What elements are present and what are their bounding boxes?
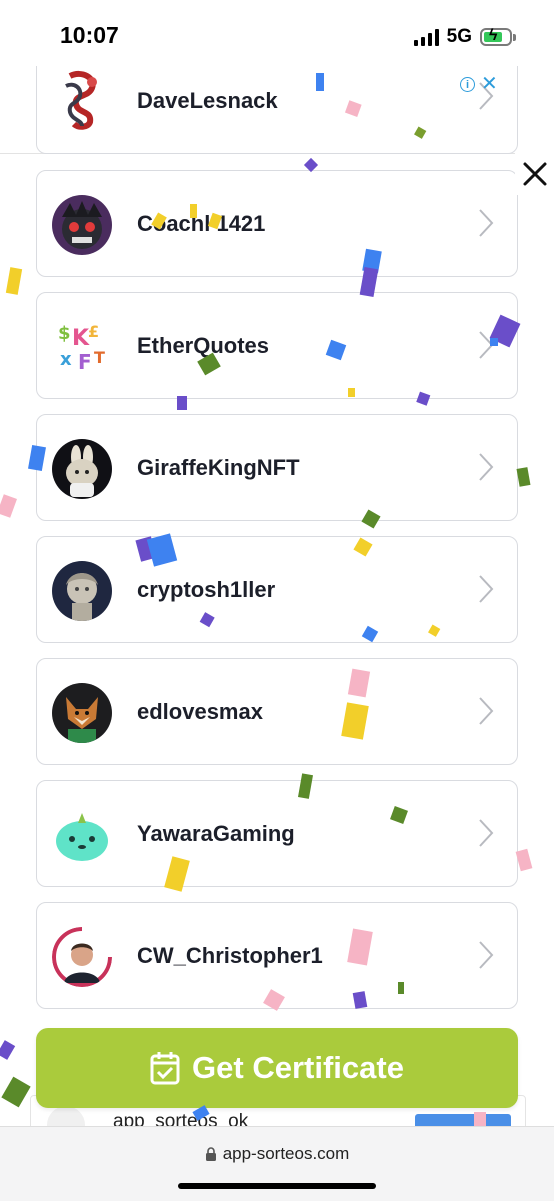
user-name: CW_Christopher1 [137, 943, 323, 968]
home-indicator[interactable] [178, 1183, 376, 1189]
close-icon[interactable] [522, 161, 548, 187]
signal-icon [413, 28, 439, 46]
avatar [52, 439, 112, 499]
status-bar: 10:07 5G ϟ [0, 0, 554, 66]
info-icon[interactable]: i [460, 77, 475, 92]
user-name: cryptosh1ller [137, 577, 276, 602]
chevron-right-icon [479, 941, 494, 969]
avatar [52, 805, 112, 865]
chevron-right-icon [479, 331, 494, 359]
ad-close-icon[interactable]: ✕ [481, 74, 498, 94]
chevron-right-icon [479, 697, 494, 725]
cta-label: Get Certificate [192, 1050, 404, 1085]
chevron-right-icon [479, 575, 494, 603]
lock-icon [205, 1147, 216, 1161]
avatar [52, 683, 112, 743]
get-certificate-button[interactable]: Get Certificate [36, 1028, 518, 1108]
user-name: Coachl 1421 [137, 211, 266, 236]
chevron-right-icon [479, 209, 494, 237]
user-card[interactable]: edlovesmax [36, 658, 518, 765]
ad-choices[interactable]: i ✕ [460, 74, 498, 94]
chevron-right-icon [479, 453, 494, 481]
status-indicators: 5G ϟ [413, 24, 516, 50]
svg-text:x: x [60, 349, 72, 370]
avatar [52, 70, 112, 130]
user-card[interactable]: YawaraGaming [36, 780, 518, 887]
svg-text:T: T [94, 348, 105, 367]
user-name: YawaraGaming [137, 821, 295, 846]
user-card[interactable]: GiraffeKingNFT [36, 414, 518, 521]
browser-bar: app-sorteos.com [0, 1126, 554, 1201]
calendar-check-icon [150, 1052, 180, 1085]
user-card[interactable]: $ K £ x F T EtherQuotes [36, 292, 518, 399]
avatar: $ K £ x F T [52, 317, 112, 377]
url-text: app-sorteos.com [222, 1144, 350, 1163]
svg-text:£: £ [88, 322, 99, 341]
user-name: edlovesmax [137, 699, 263, 724]
user-name: EtherQuotes [137, 333, 270, 358]
user-card[interactable]: CW_Christopher1 [36, 902, 518, 1009]
avatar [52, 195, 112, 255]
status-time: 10:07 [60, 22, 119, 48]
user-name: DaveLesnack [137, 88, 278, 113]
user-card[interactable]: Coachl 1421 [36, 170, 518, 277]
avatar [52, 927, 112, 987]
svg-text:$: $ [58, 323, 71, 344]
close-button[interactable] [515, 153, 554, 195]
user-card[interactable]: cryptosh1ller [36, 536, 518, 643]
user-name: GiraffeKingNFT [137, 455, 300, 480]
svg-text:F: F [78, 350, 92, 374]
chevron-right-icon [479, 819, 494, 847]
network-label: 5G [446, 26, 472, 47]
avatar [52, 561, 112, 621]
url-bar[interactable]: app-sorteos.com [0, 1144, 554, 1164]
battery-icon: ϟ [480, 27, 516, 46]
